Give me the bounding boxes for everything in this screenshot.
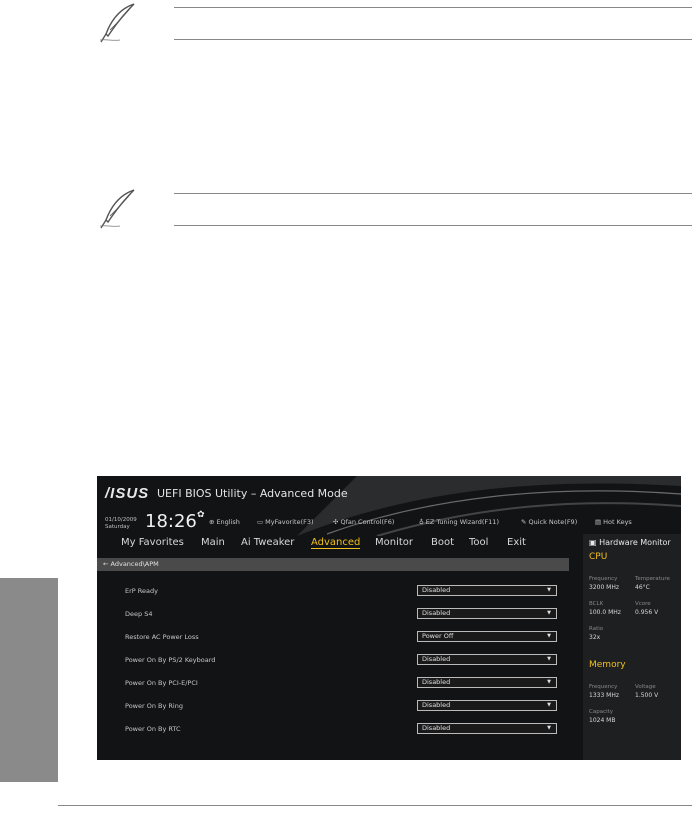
bulb-icon: ♁ bbox=[419, 518, 424, 526]
cpu-ratio-value: 32x bbox=[589, 634, 601, 641]
myfavorite-button[interactable]: ▭ MyFavorite(F3) bbox=[257, 518, 314, 526]
globe-icon: ⊕ bbox=[209, 518, 215, 526]
chevron-down-icon: ▼ bbox=[547, 702, 551, 708]
chevron-down-icon: ▼ bbox=[547, 725, 551, 731]
date-text: 01/10/2009 bbox=[105, 517, 137, 523]
note-block bbox=[96, 0, 692, 44]
note-bottom-rule bbox=[174, 39, 692, 40]
setting-dropdown[interactable]: Power Off ▼ bbox=[417, 631, 557, 642]
hot-keys-button[interactable]: ▤ Hot Keys bbox=[595, 518, 632, 526]
chapter-side-tab bbox=[0, 578, 58, 782]
cpu-frequency-label: Frequency bbox=[589, 576, 618, 582]
day-text: Saturday bbox=[105, 524, 130, 530]
setting-dropdown[interactable]: Disabled ▼ bbox=[417, 654, 557, 665]
setting-dropdown[interactable]: Disabled ▼ bbox=[417, 677, 557, 688]
chevron-down-icon: ▼ bbox=[547, 610, 551, 616]
note-top-rule bbox=[174, 193, 692, 194]
footer-rule bbox=[58, 805, 692, 806]
memory-voltage-value: 1.500 V bbox=[635, 692, 659, 699]
setting-label: Restore AC Power Loss bbox=[125, 633, 199, 641]
gear-icon[interactable]: ✿ bbox=[197, 510, 205, 520]
setting-dropdown[interactable]: Disabled ▼ bbox=[417, 700, 557, 711]
setting-label: ErP Ready bbox=[125, 587, 158, 595]
cpu-vcore-label: Vcore bbox=[635, 601, 651, 607]
setting-label: Deep S4 bbox=[125, 610, 153, 618]
cpu-bclk-value: 100.0 MHz bbox=[589, 609, 621, 616]
setting-label: Power On By PCI-E/PCI bbox=[125, 679, 198, 687]
cpu-temperature-value: 46°C bbox=[635, 584, 650, 591]
menu-main[interactable]: Main bbox=[201, 537, 225, 548]
note-bottom-rule bbox=[174, 225, 692, 226]
breadcrumb[interactable]: ← Advanced\APM bbox=[97, 558, 569, 571]
ez-tuning-wizard-button[interactable]: ♁ EZ Tuning Wizard(F11) bbox=[419, 518, 499, 526]
chevron-down-icon: ▼ bbox=[547, 633, 551, 639]
quill-icon bbox=[99, 3, 135, 43]
monitor-icon: ▣ bbox=[589, 538, 597, 547]
fan-icon: ✣ bbox=[333, 518, 339, 526]
quill-icon bbox=[99, 189, 135, 229]
setting-label: Power On By PS/2 Keyboard bbox=[125, 656, 216, 664]
chevron-down-icon: ▼ bbox=[547, 656, 551, 662]
menu-tool[interactable]: Tool bbox=[469, 537, 488, 548]
menu-exit[interactable]: Exit bbox=[507, 537, 526, 548]
date-display: 01/10/2009 Saturday bbox=[105, 517, 137, 531]
language-button[interactable]: ⊕ English bbox=[209, 518, 240, 526]
quick-note-button[interactable]: ✎ Quick Note(F9) bbox=[521, 518, 577, 526]
setting-label: Power On By RTC bbox=[125, 725, 181, 733]
memory-frequency-label: Frequency bbox=[589, 684, 618, 690]
setting-label: Power On By Ring bbox=[125, 702, 183, 710]
cpu-temperature-label: Temperature bbox=[635, 576, 670, 582]
chevron-down-icon: ▼ bbox=[547, 587, 551, 593]
menu-boot[interactable]: Boot bbox=[431, 537, 454, 548]
menu-monitor[interactable]: Monitor bbox=[375, 537, 413, 548]
hardware-monitor-title: ▣ Hardware Monitor bbox=[589, 538, 671, 547]
qfan-control-button[interactable]: ✣ Qfan Control(F6) bbox=[333, 518, 394, 526]
keyboard-icon: ▤ bbox=[595, 518, 602, 526]
menu-advanced[interactable]: Advanced bbox=[311, 537, 361, 549]
note-top-rule bbox=[174, 7, 692, 8]
setting-dropdown[interactable]: Disabled ▼ bbox=[417, 608, 557, 619]
setting-dropdown[interactable]: Disabled ▼ bbox=[417, 723, 557, 734]
memory-capacity-value: 1024 MB bbox=[589, 717, 616, 724]
favorite-icon: ▭ bbox=[257, 518, 264, 526]
memory-frequency-value: 1333 MHz bbox=[589, 692, 620, 699]
cpu-ratio-label: Ratio bbox=[589, 626, 604, 632]
asus-logo: /ISUS bbox=[105, 485, 150, 502]
main-menu: My Favorites Main Ai Tweaker Advanced Mo… bbox=[97, 536, 575, 552]
chevron-down-icon: ▼ bbox=[547, 679, 551, 685]
menu-ai-tweaker[interactable]: Ai Tweaker bbox=[241, 537, 294, 548]
clock-display: 18:26 bbox=[145, 511, 197, 532]
bios-screenshot: /ISUS UEFI BIOS Utility – Advanced Mode … bbox=[97, 476, 681, 760]
note-block bbox=[96, 186, 692, 230]
note-icon: ✎ bbox=[521, 518, 527, 526]
menu-my-favorites[interactable]: My Favorites bbox=[121, 537, 184, 548]
cpu-frequency-value: 3200 MHz bbox=[589, 584, 620, 591]
hardware-monitor-panel: ▣ Hardware Monitor CPU Frequency Tempera… bbox=[583, 534, 681, 760]
cpu-heading: CPU bbox=[589, 552, 608, 562]
cpu-bclk-label: BCLK bbox=[589, 601, 604, 607]
memory-voltage-label: Voltage bbox=[635, 684, 656, 690]
cpu-vcore-value: 0.956 V bbox=[635, 609, 659, 616]
setting-dropdown[interactable]: Disabled ▼ bbox=[417, 585, 557, 596]
memory-capacity-label: Capacity bbox=[589, 709, 614, 715]
bios-title: UEFI BIOS Utility – Advanced Mode bbox=[157, 487, 348, 500]
memory-heading: Memory bbox=[589, 660, 626, 670]
